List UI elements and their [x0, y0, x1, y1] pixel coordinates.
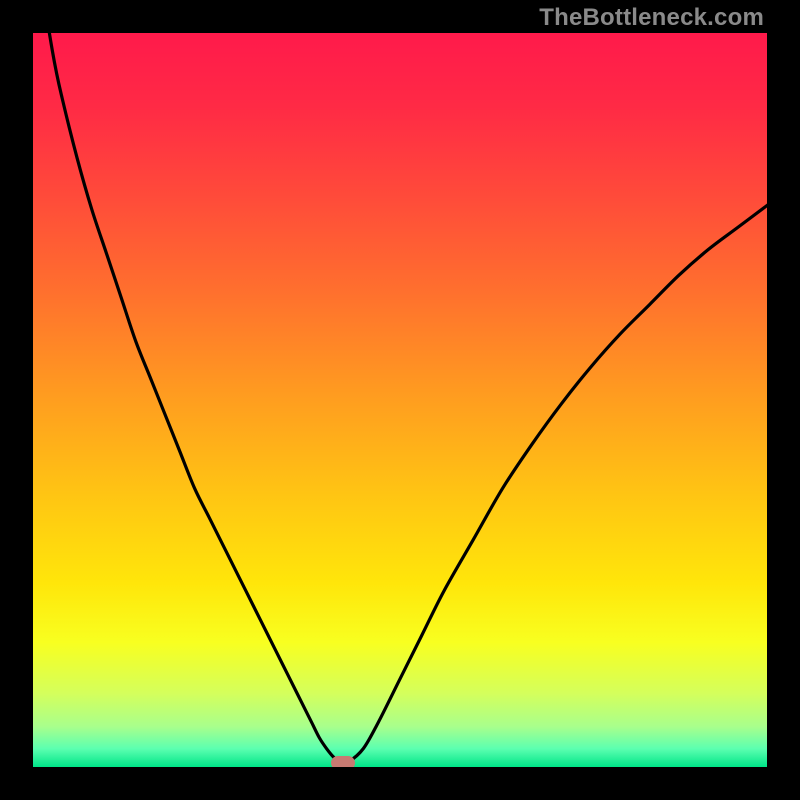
chart-frame: TheBottleneck.com: [0, 0, 800, 800]
watermark-text: TheBottleneck.com: [539, 4, 764, 32]
plot-svg: [33, 33, 767, 767]
plot-area: [33, 33, 767, 767]
gradient-background: [33, 33, 767, 767]
optimum-marker: [331, 756, 355, 767]
